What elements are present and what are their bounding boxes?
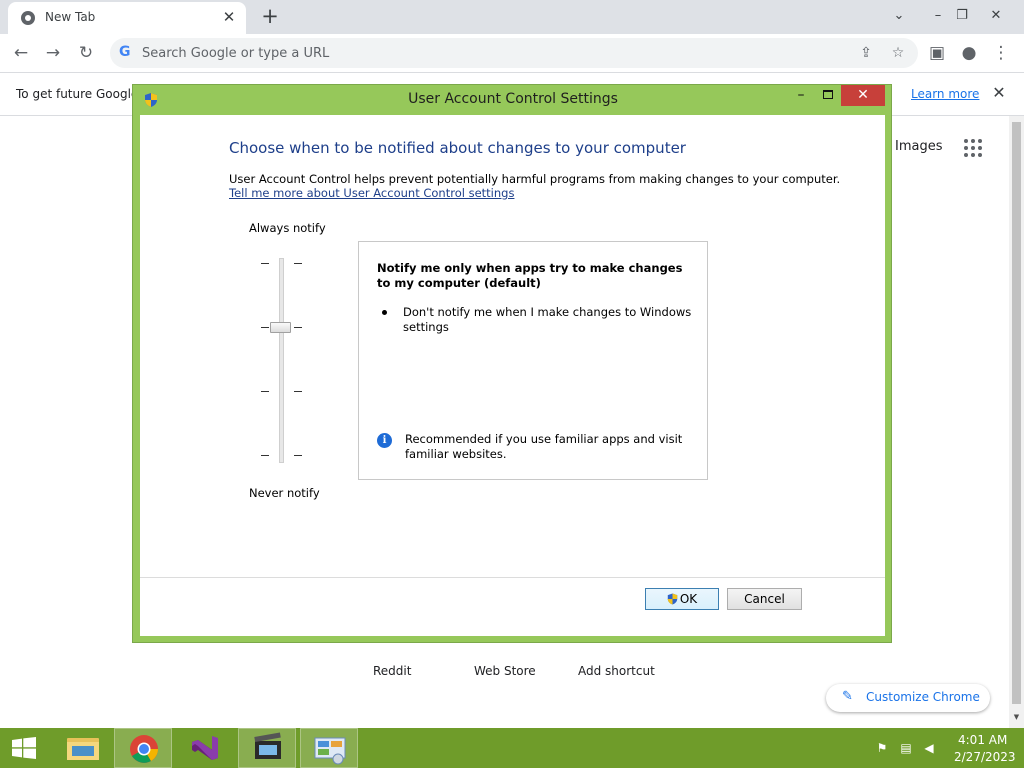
taskbar-file-explorer[interactable] <box>54 728 112 768</box>
volume-icon[interactable]: ◀ <box>922 741 936 755</box>
cancel-button[interactable]: Cancel <box>727 588 802 610</box>
chrome-icon <box>130 735 158 763</box>
windows-start-icon[interactable] <box>10 737 38 759</box>
side-panel-icon[interactable]: ▣ <box>924 40 950 66</box>
slider-tick <box>261 391 269 392</box>
taskbar-movie-maker[interactable] <box>238 728 296 768</box>
uac-help-link[interactable]: Tell me more about User Account Control … <box>229 186 514 200</box>
omnibox-placeholder: Search Google or type a URL <box>142 46 330 61</box>
customize-chrome-button[interactable]: ✎ Customize Chrome <box>826 684 990 712</box>
notification-slider-track[interactable] <box>279 258 284 463</box>
google-apps-icon[interactable] <box>964 139 982 157</box>
google-g-icon: G <box>119 44 131 60</box>
close-window-icon[interactable]: ✕ <box>982 4 1010 28</box>
shortcut-add[interactable]: Add shortcut <box>578 664 655 678</box>
ok-button-label: OK <box>679 592 698 606</box>
dialog-heading: Choose when to be notified about changes… <box>229 139 686 157</box>
dialog-title: User Account Control Settings <box>408 91 618 107</box>
control-panel-icon <box>314 737 346 765</box>
action-center-flag-icon[interactable]: ⚑ <box>875 741 889 755</box>
chrome-favicon-icon <box>21 11 35 25</box>
browser-toolbar: ← → ↻ G Search Google or type a URL ⇪ ☆ … <box>0 34 1024 72</box>
dialog-close-button[interactable]: ✕ <box>841 85 885 106</box>
taskbar-visual-studio[interactable] <box>176 728 234 768</box>
images-link[interactable]: Images <box>895 139 943 154</box>
clock-time[interactable]: 4:01 AM <box>958 733 1007 747</box>
learn-more-link[interactable]: Learn more <box>911 87 979 101</box>
dialog-separator <box>140 577 885 578</box>
uac-shield-icon <box>667 593 678 605</box>
info-icon: i <box>377 433 392 448</box>
profile-avatar-icon[interactable]: ● <box>956 40 982 66</box>
share-icon[interactable]: ⇪ <box>853 40 879 66</box>
forward-arrow-icon[interactable]: → <box>40 40 66 66</box>
notification-slider-thumb[interactable] <box>270 322 291 333</box>
pencil-icon: ✎ <box>842 689 853 704</box>
reload-icon[interactable]: ↻ <box>73 40 99 66</box>
tab-search-chevron-icon[interactable]: ⌄ <box>885 4 913 28</box>
dialog-minimize-icon[interactable]: – <box>789 85 813 107</box>
folder-icon <box>67 738 99 760</box>
page-scrollbar[interactable]: ▼ <box>1009 116 1024 728</box>
taskbar-control-panel[interactable] <box>300 728 358 768</box>
slider-tick <box>294 391 302 392</box>
level-bullet-text: Don't notify me when I make changes to W… <box>403 305 692 334</box>
slider-tick <box>261 263 269 264</box>
taskbar-chrome[interactable] <box>114 728 172 768</box>
network-icon[interactable]: ▤ <box>899 741 913 755</box>
restore-icon[interactable]: ❐ <box>948 4 976 28</box>
tab-close-icon[interactable]: ✕ <box>220 8 238 26</box>
bookmark-star-icon[interactable]: ☆ <box>885 40 911 66</box>
dialog-description: User Account Control helps prevent poten… <box>229 172 841 186</box>
visual-studio-icon <box>192 736 218 760</box>
ok-button[interactable]: OK <box>645 588 719 610</box>
level-description-box: Notify me only when apps try to make cha… <box>358 241 708 480</box>
address-bar[interactable]: G Search Google or type a URL ⇪ ☆ <box>110 38 918 68</box>
slider-label-never: Never notify <box>249 486 320 500</box>
dialog-content: Choose when to be notified about changes… <box>140 115 885 636</box>
taskbar: ⚑ ▤ ◀ 4:01 AM 2/27/2023 <box>0 728 1024 768</box>
customize-chrome-label: Customize Chrome <box>866 690 980 704</box>
tab-title: New Tab <box>45 10 96 24</box>
slider-tick <box>294 263 302 264</box>
tab-new-tab[interactable]: New Tab ✕ <box>8 2 246 34</box>
back-arrow-icon[interactable]: ← <box>8 40 34 66</box>
slider-tick <box>261 327 269 328</box>
uac-settings-dialog: User Account Control Settings – ✕ Choose… <box>132 84 892 643</box>
clock-date[interactable]: 2/27/2023 <box>954 750 1016 764</box>
film-clapper-icon <box>254 732 281 759</box>
scrollbar-thumb[interactable] <box>1012 122 1021 704</box>
bullet-icon <box>382 310 387 315</box>
tab-strip: New Tab ✕ + ⌄ – ❐ ✕ <box>0 0 1024 34</box>
shortcut-web-store[interactable]: Web Store <box>474 664 536 678</box>
level-title: Notify me only when apps try to make cha… <box>377 261 683 290</box>
slider-tick <box>294 455 302 456</box>
dialog-maximize-icon[interactable] <box>816 85 840 107</box>
slider-label-always: Always notify <box>249 221 326 235</box>
new-tab-button[interactable]: + <box>258 5 282 29</box>
level-recommendation: Recommended if you use familiar apps and… <box>405 432 683 461</box>
chrome-menu-icon[interactable]: ⋮ <box>988 40 1014 66</box>
slider-tick <box>294 327 302 328</box>
slider-tick <box>261 455 269 456</box>
shortcut-reddit[interactable]: Reddit <box>373 664 411 678</box>
infobar-close-icon[interactable]: ✕ <box>990 84 1008 102</box>
scroll-down-arrow-icon[interactable]: ▼ <box>1012 713 1021 722</box>
